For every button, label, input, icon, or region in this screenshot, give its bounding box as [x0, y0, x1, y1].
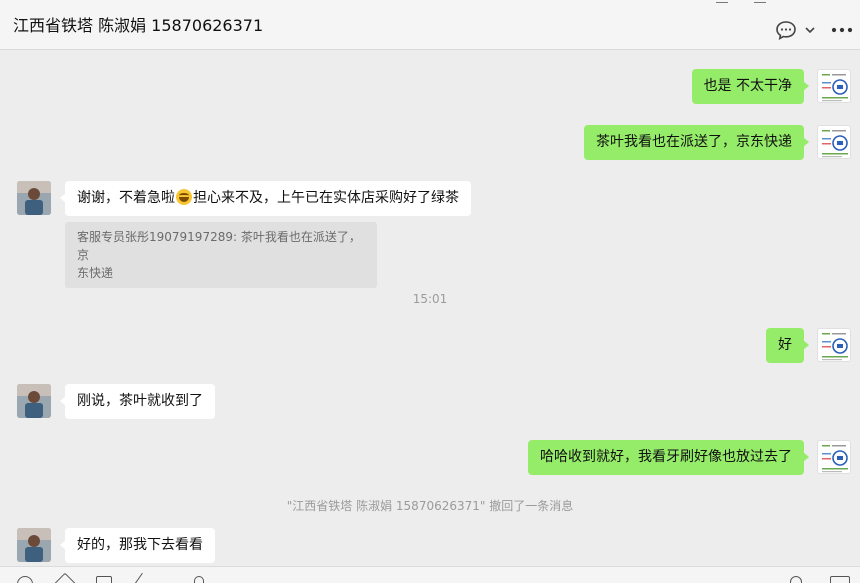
input-toolbar — [0, 566, 860, 583]
screenshot-icon[interactable] — [132, 572, 156, 583]
qr-logo-icon — [822, 130, 848, 158]
mic-icon[interactable] — [194, 576, 204, 583]
chat-bubble-icon — [776, 21, 796, 40]
more-button[interactable] — [831, 18, 853, 42]
chevron-down-icon — [805, 27, 815, 34]
person-photo-icon — [17, 181, 51, 215]
message-row-received: 刚说，茶叶就收到了 — [0, 384, 860, 419]
message-timestamp: 15:01 — [412, 292, 448, 306]
more-dots-icon — [831, 27, 853, 33]
message-bubble-received[interactable]: 谢谢，不着急啦 担心来不及，上午已在实体店采购好了绿茶 — [60, 181, 471, 216]
message-bubble-received[interactable]: 刚说，茶叶就收到了 — [60, 384, 215, 419]
phone-icon[interactable] — [790, 576, 802, 583]
message-bubble-sent[interactable]: 好 — [766, 328, 809, 363]
message-bubble-received[interactable]: 好的，那我下去看看 — [60, 528, 215, 563]
message-bubble-sent[interactable]: 茶叶我看也在派送了，京东快递 — [584, 125, 809, 160]
chat-header: 江西省铁塔 陈淑娟 15870626371 — [0, 0, 860, 50]
message-row-sent: 好 — [0, 328, 860, 363]
person-photo-icon — [17, 384, 51, 418]
folder-icon[interactable] — [96, 576, 112, 583]
window-maximize-icon[interactable] — [754, 0, 766, 3]
message-bubble-sent[interactable]: 哈哈收到就好，我看牙刷好像也放过去了 — [528, 440, 809, 475]
chat-info-button[interactable] — [775, 18, 817, 42]
my-avatar[interactable] — [817, 125, 851, 159]
laughing-emoji-icon — [176, 189, 192, 205]
person-photo-icon — [17, 528, 51, 562]
contact-avatar[interactable] — [17, 181, 51, 215]
chat-message-list[interactable]: 也是 不太干净 茶叶我看也在派送了，京东快递 谢谢，不着急啦 担心来不及，上午已… — [0, 51, 860, 566]
my-avatar[interactable] — [817, 440, 851, 474]
chat-title[interactable]: 江西省铁塔 陈淑娟 15870626371 — [13, 12, 263, 36]
window-minimize-icon[interactable] — [716, 0, 728, 3]
message-row-sent: 茶叶我看也在派送了，京东快递 — [0, 125, 860, 160]
contact-avatar[interactable] — [17, 384, 51, 418]
my-avatar[interactable] — [817, 328, 851, 362]
message-text: 担心来不及，上午已在实体店采购好了绿茶 — [193, 190, 459, 206]
emoji-icon[interactable] — [17, 576, 33, 583]
message-row-sent: 也是 不太干净 — [0, 69, 860, 104]
message-row-received: 谢谢，不着急啦 担心来不及，上午已在实体店采购好了绿茶 客服专员张彤1907919… — [0, 181, 860, 288]
recall-notice: "江西省铁塔 陈淑娟 15870626371" 撤回了一条消息 — [286, 499, 574, 513]
my-avatar[interactable] — [817, 69, 851, 103]
quote-line: 客服专员张彤19079197289: 茶叶我看也在派送了，京 — [77, 230, 361, 262]
message-bubble-sent[interactable]: 也是 不太干净 — [691, 69, 810, 104]
qr-logo-icon — [822, 333, 848, 361]
message-row-sent: 哈哈收到就好，我看牙刷好像也放过去了 — [0, 440, 860, 475]
qr-logo-icon — [822, 445, 848, 473]
message-row-received: 好的，那我下去看看 — [0, 528, 860, 563]
quoted-message[interactable]: 客服专员张彤19079197289: 茶叶我看也在派送了，京 东快递 — [65, 222, 377, 288]
quote-line: 东快递 — [77, 266, 114, 280]
contact-avatar[interactable] — [17, 528, 51, 562]
qr-logo-icon — [822, 74, 848, 102]
video-icon[interactable] — [830, 576, 850, 583]
favorites-icon[interactable] — [53, 572, 77, 583]
message-text: 谢谢，不着急啦 — [77, 190, 175, 206]
